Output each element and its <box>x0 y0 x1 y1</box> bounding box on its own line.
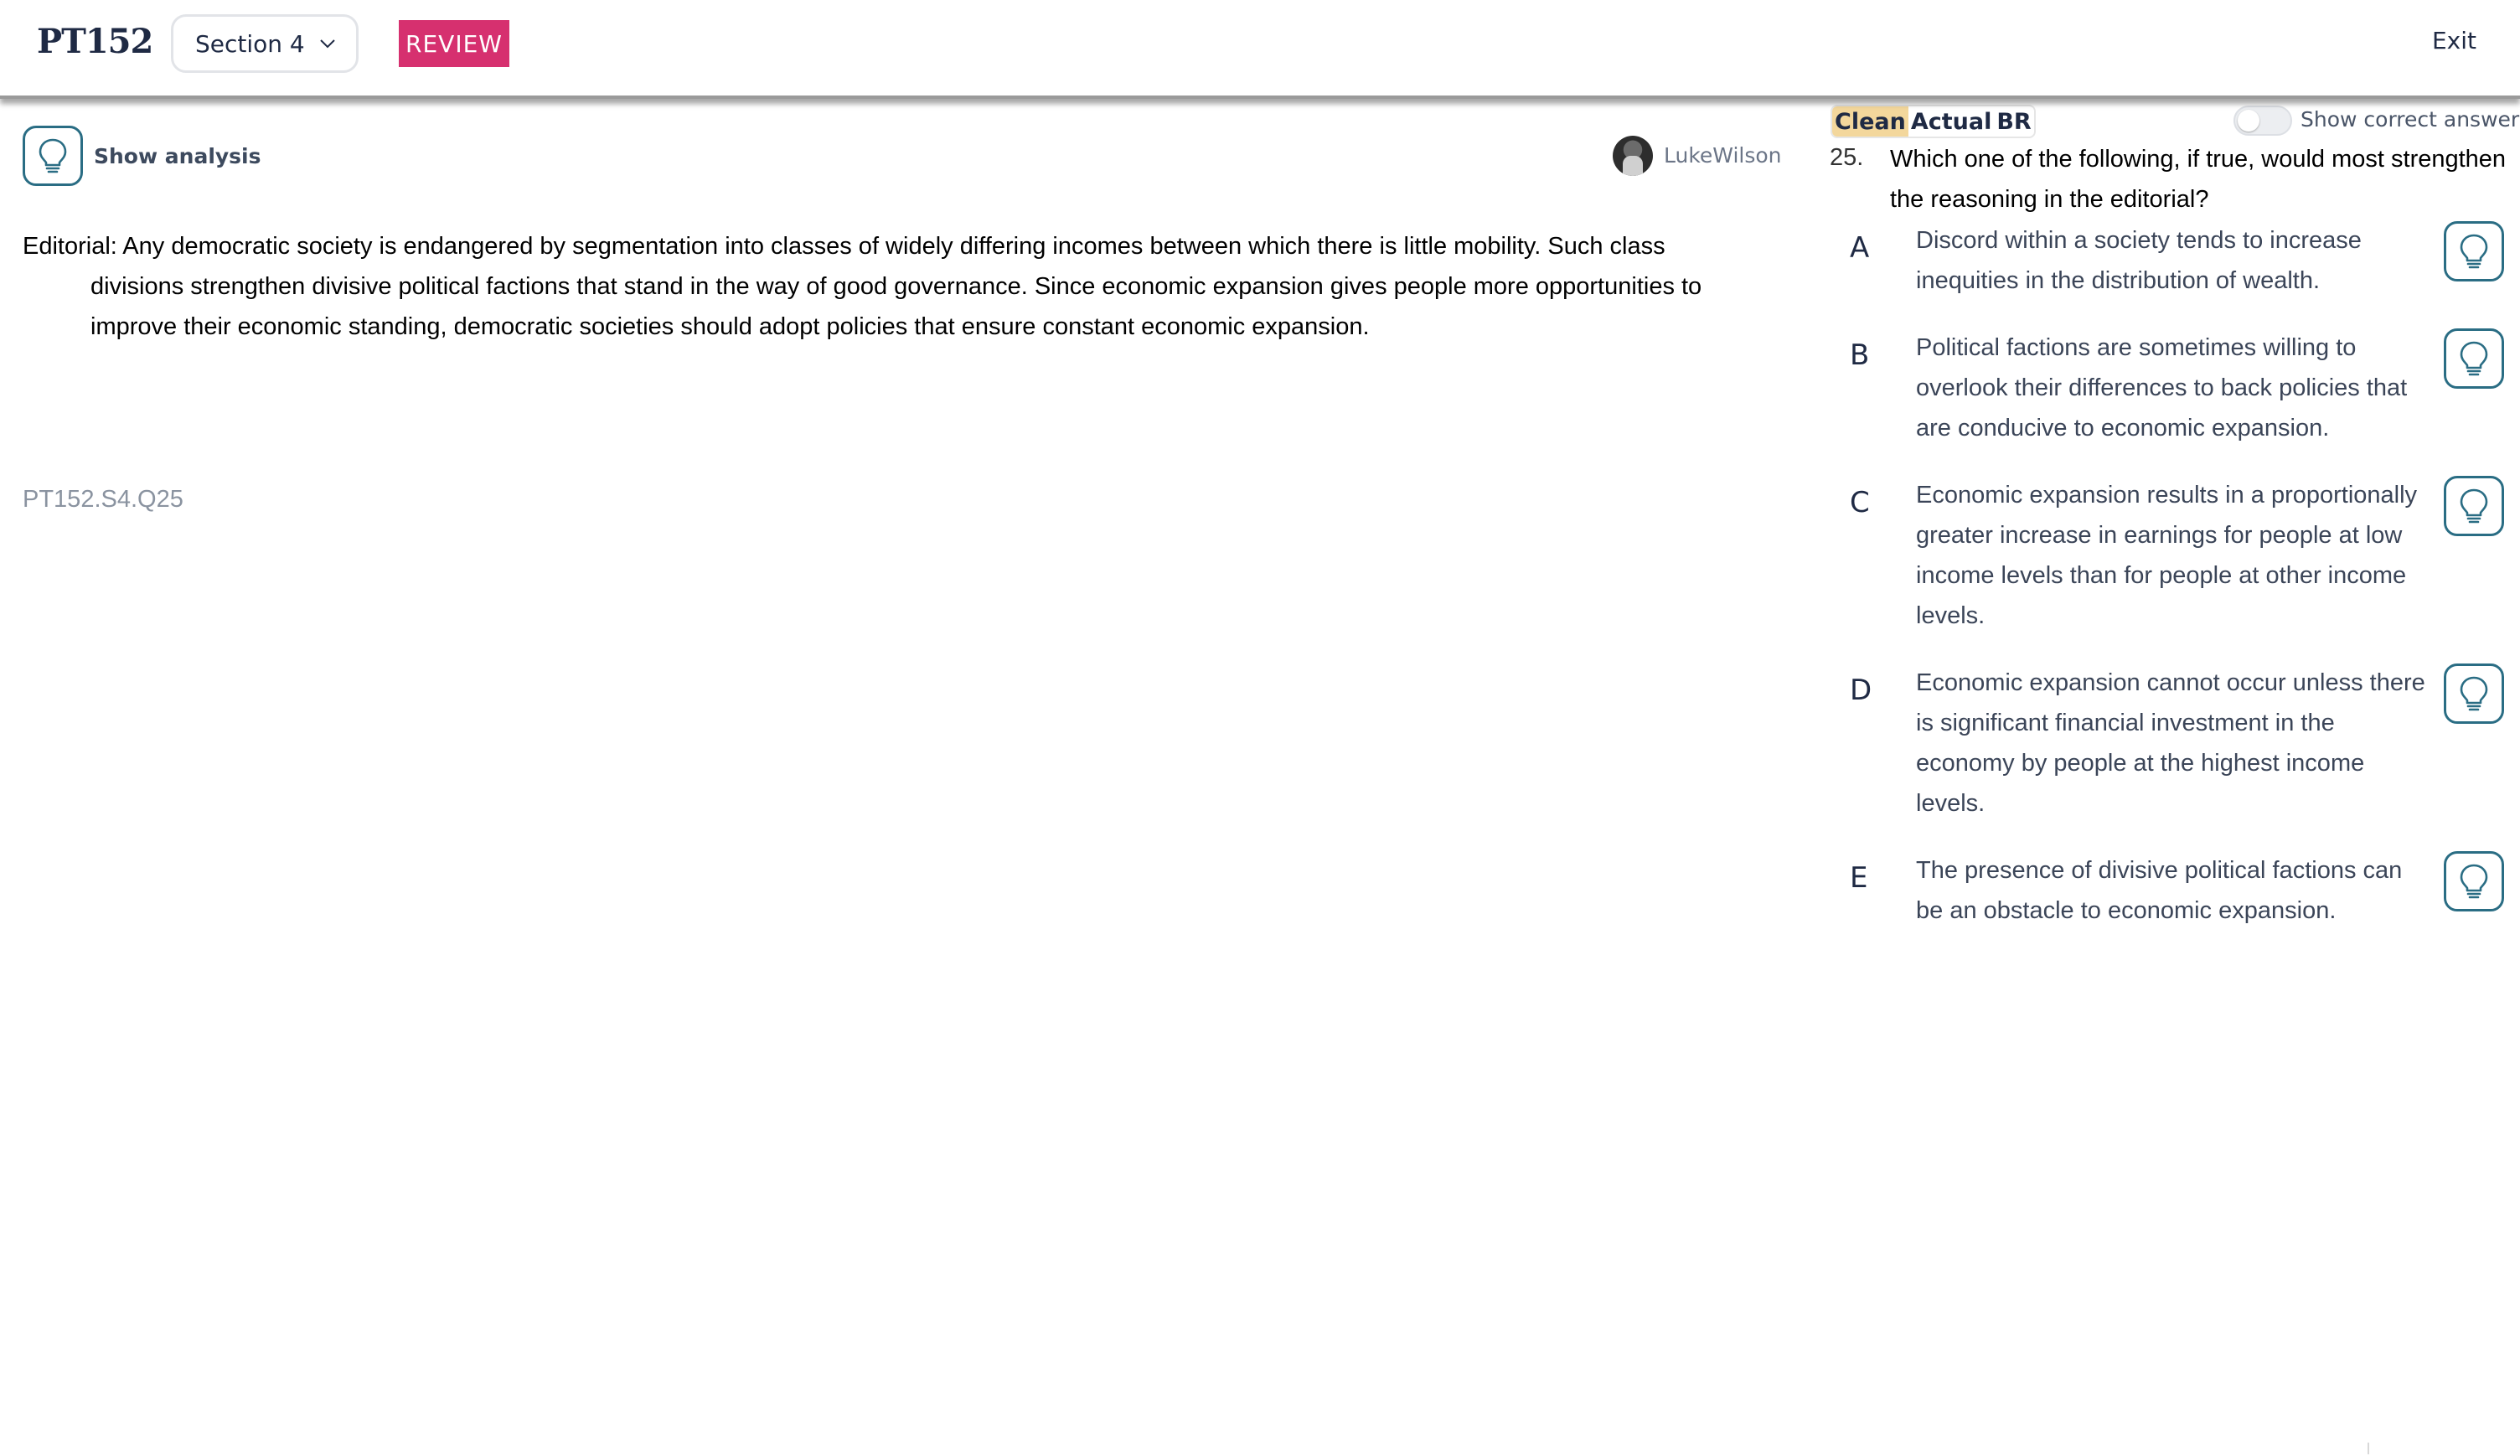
tab-clean[interactable]: Clean <box>1832 106 1908 137</box>
section-dropdown[interactable]: Section 4 <box>171 14 359 73</box>
avatar <box>1613 136 1653 176</box>
section-label: Section 4 <box>195 29 305 58</box>
question-id: PT152.S4.Q25 <box>23 486 183 513</box>
show-correct-answer-toggle[interactable] <box>2233 106 2292 136</box>
question-number: 25. <box>1830 144 1864 171</box>
test-title: PT152 <box>37 22 153 61</box>
choice-e-letter[interactable]: E <box>1850 861 1867 895</box>
show-correct-answer-label: Show correct answer <box>2301 107 2520 132</box>
lightbulb-icon <box>2460 676 2488 711</box>
choice-d-text[interactable]: Economic expansion cannot occur unless t… <box>1916 663 2427 824</box>
mode-tabs: Clean Actual BR <box>1831 105 2036 138</box>
stimulus-passage: Editorial: Any democratic society is end… <box>23 233 1702 340</box>
choice-d-hint-button[interactable] <box>2444 663 2504 724</box>
scroll-indicator <box>2368 1443 2369 1454</box>
tab-br[interactable]: BR <box>1994 106 2033 137</box>
choice-b-hint-button[interactable] <box>2444 328 2504 389</box>
choice-a-letter[interactable]: A <box>1850 231 1869 265</box>
show-analysis-button[interactable] <box>23 126 83 186</box>
exit-button[interactable]: Exit <box>2432 27 2476 54</box>
question-stem: Which one of the following, if true, wou… <box>1890 146 2507 213</box>
lightbulb-icon <box>2460 234 2488 269</box>
choice-a-text[interactable]: Discord within a society tends to increa… <box>1916 220 2427 301</box>
lightbulb-icon <box>2460 341 2488 376</box>
show-analysis-label[interactable]: Show analysis <box>94 144 261 168</box>
lightbulb-icon <box>39 138 67 173</box>
choice-e-hint-button[interactable] <box>2444 851 2504 911</box>
lightbulb-icon <box>2460 488 2488 524</box>
choice-c-text[interactable]: Economic expansion results in a proporti… <box>1916 475 2427 636</box>
lightbulb-icon <box>2460 864 2488 899</box>
username[interactable]: LukeWilson <box>1664 143 1782 168</box>
choice-b-letter[interactable]: B <box>1850 338 1869 372</box>
tab-actual[interactable]: Actual <box>1908 106 1995 137</box>
choice-a-hint-button[interactable] <box>2444 221 2504 281</box>
choice-c-hint-button[interactable] <box>2444 476 2504 536</box>
choice-c-letter[interactable]: C <box>1850 486 1870 519</box>
chevron-down-icon <box>320 39 335 49</box>
choice-e-text[interactable]: The presence of divisive political facti… <box>1916 850 2427 931</box>
review-badge: REVIEW <box>399 20 509 67</box>
top-bar: PT152 Section 4 REVIEW Exit <box>0 0 2520 99</box>
choice-d-letter[interactable]: D <box>1850 674 1872 707</box>
choice-b-text[interactable]: Political factions are sometimes willing… <box>1916 328 2427 448</box>
